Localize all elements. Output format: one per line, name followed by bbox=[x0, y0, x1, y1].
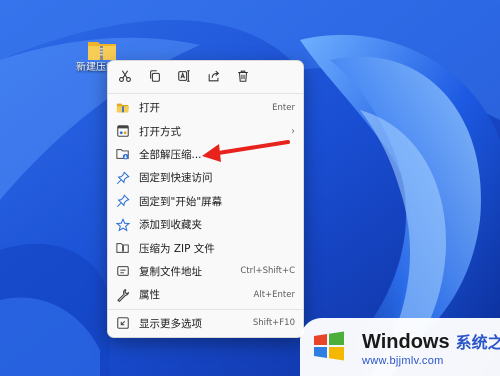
menu-item-shortcut: Ctrl+Shift+C bbox=[240, 266, 295, 277]
menu-item-shortcut: Shift+F10 bbox=[252, 318, 295, 329]
context-menu: 打开 Enter 打开方式 › 全部解压缩... 固定到快速访问 固定到"开始"… bbox=[107, 60, 304, 338]
pin-start-icon bbox=[116, 194, 130, 208]
menu-item-open-with[interactable]: 打开方式 › bbox=[108, 119, 303, 142]
menu-item-shortcut: Alt+Enter bbox=[253, 289, 295, 300]
menu-item-add-favorites[interactable]: 添加到收藏夹 bbox=[108, 213, 303, 236]
delete-button[interactable] bbox=[230, 64, 256, 88]
share-button[interactable] bbox=[201, 64, 227, 88]
wrench-icon bbox=[116, 288, 130, 302]
separator bbox=[108, 93, 303, 94]
rename-icon bbox=[178, 70, 190, 82]
menu-item-properties[interactable]: 属性 Alt+Enter bbox=[108, 283, 303, 306]
menu-item-shortcut: Enter bbox=[272, 102, 295, 113]
menu-item-extract-all[interactable]: 全部解压缩... bbox=[108, 143, 303, 166]
watermark-brand-cn: 系统之家 bbox=[455, 335, 500, 352]
share-icon bbox=[208, 70, 219, 82]
folder-open-icon bbox=[116, 101, 130, 115]
extract-all-icon bbox=[116, 147, 130, 161]
copy-button[interactable] bbox=[142, 64, 168, 88]
menu-item-label: 全部解压缩... bbox=[139, 148, 202, 161]
rename-button[interactable] bbox=[171, 64, 197, 88]
menu-item-open[interactable]: 打开 Enter bbox=[108, 96, 303, 119]
menu-item-label: 打开 bbox=[139, 102, 160, 115]
menu-item-label: 添加到收藏夹 bbox=[139, 219, 202, 232]
menu-item-label: 打开方式 bbox=[139, 125, 181, 138]
pin-icon bbox=[116, 171, 130, 185]
more-options-icon bbox=[116, 316, 130, 330]
trash-icon bbox=[238, 70, 248, 82]
menu-item-label: 固定到快速访问 bbox=[139, 172, 213, 185]
menu-item-label: 复制文件地址 bbox=[139, 265, 202, 278]
watermark-brand: Windows bbox=[362, 331, 450, 353]
open-with-icon bbox=[116, 124, 130, 138]
menu-item-label: 属性 bbox=[139, 289, 160, 302]
separator bbox=[108, 308, 303, 310]
menu-item-pin-quick-access[interactable]: 固定到快速访问 bbox=[108, 166, 303, 189]
copy-icon bbox=[149, 70, 160, 82]
context-menu-toolbar bbox=[108, 61, 303, 91]
menu-item-copy-path[interactable]: 复制文件地址 Ctrl+Shift+C bbox=[108, 260, 303, 283]
watermark-url: www.bjjmlv.com bbox=[362, 355, 444, 367]
menu-item-pin-start[interactable]: 固定到"开始"屏幕 bbox=[108, 190, 303, 213]
windows-logo-icon bbox=[314, 331, 344, 361]
cut-button[interactable] bbox=[112, 64, 138, 88]
chevron-right-icon: › bbox=[291, 125, 295, 137]
copy-path-icon bbox=[116, 264, 130, 278]
menu-item-label: 固定到"开始"屏幕 bbox=[139, 195, 223, 208]
zip-icon bbox=[116, 241, 130, 255]
menu-item-compress-zip[interactable]: 压缩为 ZIP 文件 bbox=[108, 236, 303, 259]
watermark-title: Windows 系统之家 bbox=[362, 329, 500, 354]
scissors-icon bbox=[119, 70, 131, 82]
menu-item-label: 显示更多选项 bbox=[139, 317, 202, 330]
watermark: Windows 系统之家 www.bjjmlv.com bbox=[300, 318, 500, 376]
zipped-folder-icon bbox=[87, 38, 117, 62]
menu-item-show-more-options[interactable]: 显示更多选项 Shift+F10 bbox=[108, 312, 303, 335]
menu-item-label: 压缩为 ZIP 文件 bbox=[139, 242, 215, 255]
star-icon bbox=[116, 217, 130, 232]
